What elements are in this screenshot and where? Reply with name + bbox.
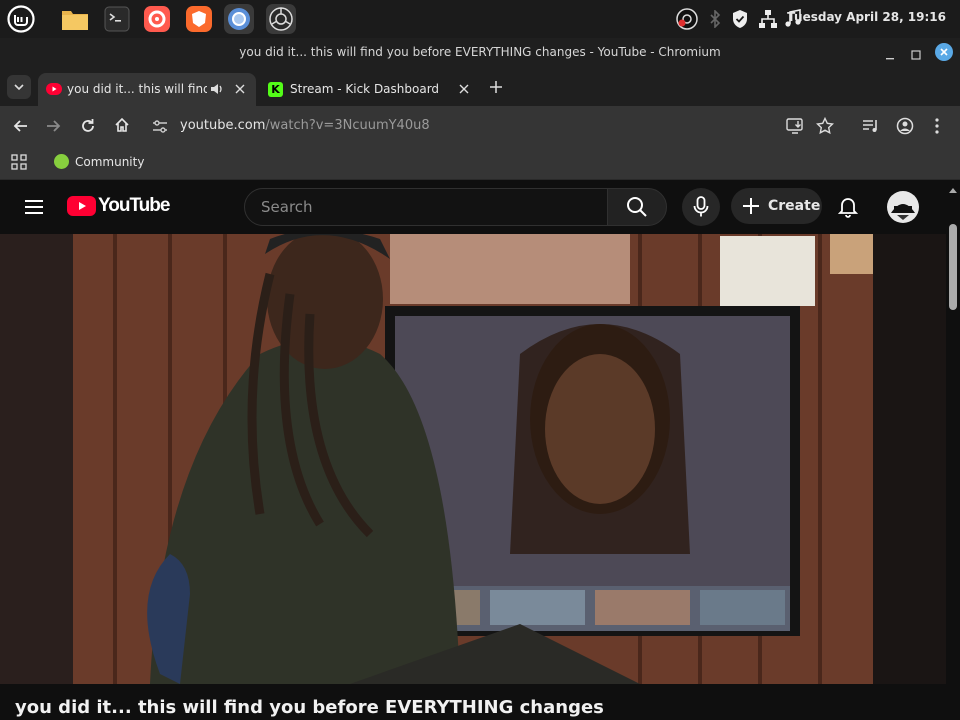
avatar[interactable] <box>887 191 919 223</box>
window-titlebar[interactable]: you did it... this will find you before … <box>0 38 960 68</box>
tab-search-icon[interactable] <box>7 75 31 99</box>
forward-arrow-icon[interactable] <box>46 118 62 138</box>
mint-menu-icon[interactable] <box>6 4 36 34</box>
youtube-logo-text: YouTube <box>98 195 170 216</box>
search-input[interactable]: Search <box>244 188 608 226</box>
search-button[interactable] <box>607 188 667 226</box>
youtube-play-logo-icon <box>67 196 96 216</box>
tab-youtube[interactable]: you did it... this will find y <box>38 73 256 106</box>
tab-close-icon[interactable] <box>234 83 246 98</box>
tab-label: you did it... this will find y <box>67 82 207 96</box>
bluetooth-icon[interactable] <box>708 9 722 32</box>
brave-browser-icon[interactable] <box>184 4 214 34</box>
hamburger-menu-icon[interactable] <box>24 199 44 219</box>
bookmark-label: Community <box>75 154 145 169</box>
shield-icon[interactable] <box>731 9 749 33</box>
back-arrow-icon[interactable] <box>12 118 28 138</box>
network-icon[interactable] <box>758 9 778 33</box>
obs-tray-icon[interactable] <box>675 7 699 35</box>
tab-strip: you did it... this will find y K Stream … <box>0 68 960 106</box>
apps-grid-icon[interactable] <box>11 154 27 174</box>
tab-audio-icon[interactable] <box>210 83 224 98</box>
video-frame <box>0 234 946 684</box>
create-label: Create <box>768 198 821 214</box>
notifications-bell-icon[interactable] <box>837 196 859 222</box>
search-placeholder: Search <box>261 198 313 216</box>
terminal-icon[interactable] <box>102 4 132 34</box>
kick-favicon-icon: K <box>268 82 283 97</box>
reload-icon[interactable] <box>80 118 96 138</box>
minimize-icon[interactable] <box>884 46 896 65</box>
video-player[interactable] <box>0 234 946 684</box>
kebab-menu-icon[interactable] <box>934 117 940 139</box>
bookmarks-bar: Community <box>0 146 960 180</box>
page-scrollbar[interactable] <box>946 180 960 720</box>
scrollbar-thumb[interactable] <box>949 224 957 310</box>
install-app-icon[interactable] <box>786 118 804 138</box>
taskbar-clock[interactable]: Tuesday April 28, 19:16 <box>787 10 946 24</box>
firefox-icon[interactable] <box>142 4 172 34</box>
bookmark-star-icon[interactable] <box>815 116 835 139</box>
tab-kick-dashboard[interactable]: K Stream - Kick Dashboard <box>258 73 478 106</box>
obs-studio-icon[interactable] <box>266 4 296 34</box>
media-controls-icon[interactable] <box>862 118 880 138</box>
taskbar: Tuesday April 28, 19:16 <box>0 0 960 38</box>
home-icon[interactable] <box>114 117 130 137</box>
linux-mint-icon <box>54 154 69 169</box>
site-info-icon[interactable] <box>152 119 168 138</box>
youtube-logo[interactable]: YouTube <box>67 195 170 217</box>
browser-toolbar: youtube.com/watch?v=3NcuumY40u8 <box>0 106 960 146</box>
window-title: you did it... this will find you before … <box>239 45 721 59</box>
video-title: you did it... this will find you before … <box>15 697 604 718</box>
plus-icon <box>743 198 759 214</box>
profile-icon[interactable] <box>896 117 914 139</box>
search-icon <box>627 197 647 217</box>
voice-search-button[interactable] <box>682 188 720 226</box>
create-button[interactable]: Create <box>731 188 822 224</box>
address-bar[interactable]: youtube.com/watch?v=3NcuumY40u8 <box>180 118 430 133</box>
files-folder-icon[interactable] <box>60 4 90 34</box>
new-tab-icon[interactable] <box>489 79 503 98</box>
tab-close-icon[interactable] <box>458 83 470 98</box>
tab-label: Stream - Kick Dashboard <box>290 82 440 96</box>
microphone-icon <box>693 196 709 217</box>
url-domain: youtube.com <box>180 118 266 133</box>
close-icon[interactable] <box>935 43 953 61</box>
chromium-icon[interactable] <box>224 4 254 34</box>
bookmark-community[interactable]: Community <box>54 154 144 169</box>
scroll-up-icon[interactable] <box>949 188 957 193</box>
youtube-favicon-icon <box>46 83 62 95</box>
url-path: /watch?v=3NcuumY40u8 <box>265 118 430 133</box>
maximize-icon[interactable] <box>910 46 922 65</box>
youtube-header: YouTube Search Create <box>0 180 946 234</box>
